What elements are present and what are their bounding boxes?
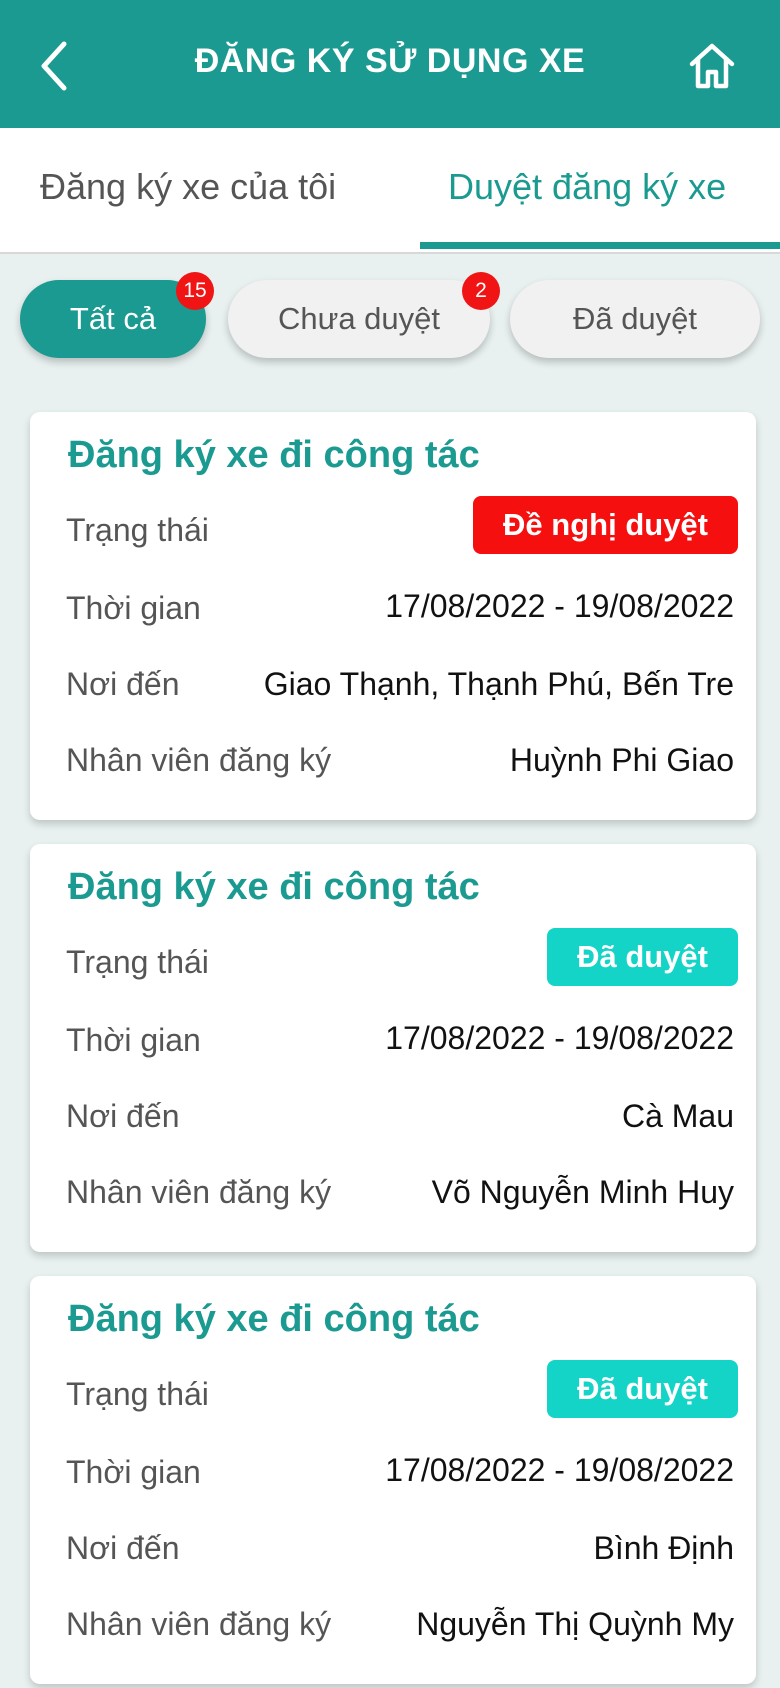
employee-value: Võ Nguyễn Minh Huy: [431, 1174, 734, 1210]
employee-value: Nguyễn Thị Quỳnh My: [416, 1606, 734, 1642]
card-title: Đăng ký xe đi công tác: [68, 866, 480, 908]
filter-all-label: Tất cả: [69, 301, 157, 336]
tab-my-registrations[interactable]: Đăng ký xe của tôi: [40, 166, 336, 208]
employee-label: Nhân viên đăng ký: [66, 1174, 332, 1210]
registration-card[interactable]: Đăng ký xe đi công tác Trạng thái Đề ngh…: [30, 412, 756, 820]
time-value: 17/08/2022 - 19/08/2022: [385, 588, 734, 624]
time-label: Thời gian: [66, 590, 201, 626]
status-badge: Đề nghị duyệt: [473, 496, 738, 554]
time-value: 17/08/2022 - 19/08/2022: [385, 1452, 734, 1488]
registration-card[interactable]: Đăng ký xe đi công tác Trạng thái Đã duy…: [30, 844, 756, 1252]
filter-approved-label: Đã duyệt: [572, 301, 698, 336]
filter-pending-label: Chưa duyệt: [277, 301, 441, 336]
time-value: 17/08/2022 - 19/08/2022: [385, 1020, 734, 1056]
app-header: ĐĂNG KÝ SỬ DỤNG XE: [0, 0, 780, 128]
card-title: Đăng ký xe đi công tác: [68, 1298, 480, 1340]
employee-label: Nhân viên đăng ký: [66, 1606, 332, 1642]
home-button[interactable]: [682, 36, 742, 96]
card-title: Đăng ký xe đi công tác: [68, 434, 480, 476]
filter-approved-chip[interactable]: Đã duyệt: [510, 280, 760, 358]
destination-value: Cà Mau: [621, 1098, 734, 1134]
home-icon: [689, 43, 735, 89]
time-label: Thời gian: [66, 1022, 201, 1058]
destination-value: Bình Định: [593, 1530, 734, 1566]
filter-pending-count-badge: 2: [462, 272, 500, 310]
status-label: Trạng thái: [66, 1376, 209, 1412]
destination-label: Nơi đến: [66, 1098, 180, 1134]
employee-label: Nhân viên đăng ký: [66, 742, 332, 778]
employee-value: Huỳnh Phi Giao: [509, 742, 734, 778]
destination-label: Nơi đến: [66, 1530, 180, 1566]
time-label: Thời gian: [66, 1454, 201, 1490]
destination-value: Giao Thạnh, Thạnh Phú, Bến Tre: [263, 666, 734, 702]
status-label: Trạng thái: [66, 944, 209, 980]
active-tab-indicator: [420, 242, 780, 249]
tab-approve-registrations[interactable]: Duyệt đăng ký xe: [448, 166, 726, 208]
filter-all-count-badge: 15: [176, 272, 214, 310]
destination-label: Nơi đến: [66, 666, 180, 702]
status-badge: Đã duyệt: [547, 1360, 738, 1418]
status-label: Trạng thái: [66, 512, 209, 548]
tab-bar: Đăng ký xe của tôi Duyệt đăng ký xe: [0, 128, 780, 254]
filter-pending-chip[interactable]: Chưa duyệt: [228, 280, 490, 358]
registration-card[interactable]: Đăng ký xe đi công tác Trạng thái Đã duy…: [30, 1276, 756, 1684]
page-title: ĐĂNG KÝ SỬ DỤNG XE: [194, 42, 586, 80]
status-badge: Đã duyệt: [547, 928, 738, 986]
